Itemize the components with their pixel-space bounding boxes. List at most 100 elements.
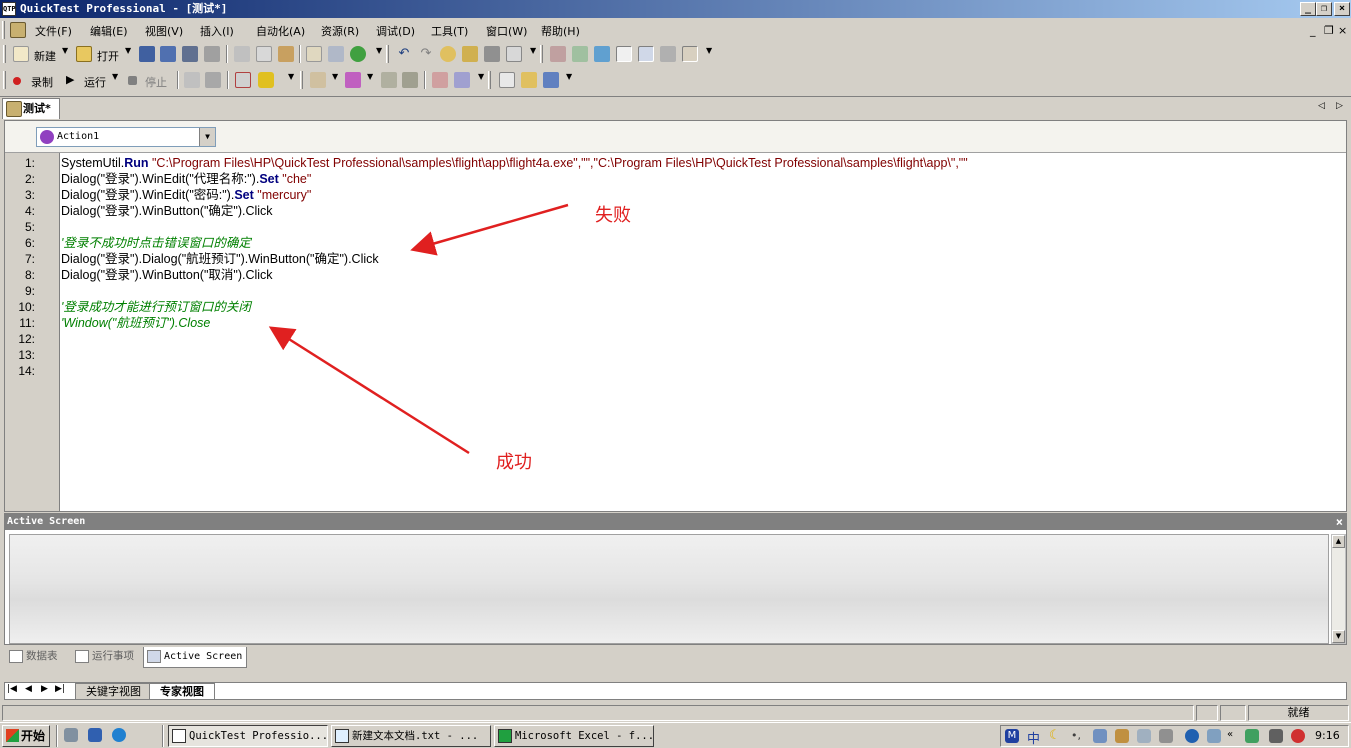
tab-scroll-left-icon[interactable]: ◁ (1318, 101, 1325, 111)
stop-button-label[interactable]: 停止 (145, 74, 167, 90)
ime-mode-icon[interactable]: 中 (1027, 728, 1040, 747)
toolbar-grip[interactable] (540, 45, 543, 63)
security-alert-icon[interactable] (1291, 729, 1305, 743)
end-transaction-icon[interactable] (402, 72, 418, 88)
toolbar-grip[interactable] (488, 71, 491, 89)
show-desktop-icon[interactable] (88, 728, 102, 742)
step-generator-icon[interactable] (328, 46, 344, 62)
chevron-down-icon[interactable]: ▼ (199, 128, 215, 146)
menu-automation[interactable]: 自动化(A) (256, 23, 305, 39)
toolbar-overflow-icon[interactable]: ▼ (288, 72, 294, 81)
analog-recording-icon[interactable] (184, 72, 200, 88)
new-icon[interactable] (13, 46, 29, 62)
step-into-icon[interactable] (432, 72, 448, 88)
tab-active-screen[interactable]: Active Screen (143, 647, 247, 668)
quick-launch-icon[interactable] (64, 728, 78, 742)
object-repository-icon[interactable] (550, 46, 566, 62)
data-table-toggle-icon[interactable] (616, 46, 632, 62)
code-line-1[interactable]: SystemUtil.Run "C:\Program Files\HP\Quic… (61, 155, 968, 171)
insert-step-dropdown-icon[interactable]: ▼ (332, 72, 338, 81)
start-transaction-icon[interactable] (381, 72, 397, 88)
menu-resources[interactable]: 资源(R) (321, 23, 359, 39)
save-icon[interactable] (139, 46, 155, 62)
code-line-6[interactable]: '登录不成功时点击错误窗口的确定 (61, 235, 251, 251)
task-quicktest[interactable]: QuickTest Professio... (168, 725, 328, 747)
low-level-recording-icon[interactable] (205, 72, 221, 88)
save-with-resources-icon[interactable] (182, 46, 198, 62)
undo-icon[interactable]: ↶ (396, 46, 412, 62)
mdi-close-button[interactable]: × (1338, 24, 1347, 37)
results-icon[interactable] (543, 72, 559, 88)
resources-icon[interactable] (594, 46, 610, 62)
menubar-grip[interactable] (2, 21, 5, 39)
code-line-7[interactable]: Dialog("登录").Dialog("航班预订").WinButton("确… (61, 251, 379, 267)
moon-icon[interactable]: ☾ (1049, 729, 1063, 743)
task-excel[interactable]: Microsoft Excel - f... (494, 725, 654, 747)
insert-checkpoint-icon[interactable] (235, 72, 251, 88)
tray-tool-icon[interactable] (1115, 729, 1129, 743)
run-dropdown-icon[interactable]: ▼ (112, 72, 118, 81)
tab-scroll-right-icon[interactable]: ▷ (1336, 101, 1343, 111)
save-all-icon[interactable] (160, 46, 176, 62)
toolbar-overflow-icon[interactable]: ▼ (530, 46, 536, 55)
missing-resources-icon[interactable] (660, 46, 676, 62)
tab-keyword-view[interactable]: 关键字视图 (75, 683, 152, 700)
ie-icon[interactable] (112, 728, 126, 742)
code-line-3[interactable]: Dialog("登录").WinEdit("密码:").Set "mercury… (61, 187, 311, 203)
open-dropdown-icon[interactable]: ▼ (125, 46, 131, 55)
menu-edit[interactable]: 编辑(E) (90, 23, 128, 39)
keyboard-icon[interactable] (1093, 729, 1107, 743)
next-tab-icon[interactable]: ▶ (41, 684, 48, 694)
mdi-minimize-button[interactable]: _ (1310, 24, 1316, 37)
punctuation-icon[interactable]: •, (1071, 729, 1085, 743)
tray-expand-icon[interactable]: « (1227, 729, 1233, 740)
open-folder-icon[interactable] (76, 46, 92, 62)
menu-help[interactable]: 帮助(H) (541, 23, 580, 39)
open-button-label[interactable]: 打开 (97, 48, 119, 64)
code-line-10[interactable]: '登录成功才能进行预订窗口的关闭 (61, 299, 251, 315)
menu-tools[interactable]: 工具(T) (431, 23, 468, 39)
object-spy-icon[interactable] (572, 46, 588, 62)
new-button-label[interactable]: 新建 (34, 48, 56, 64)
replace-icon[interactable] (462, 46, 478, 62)
stop-icon[interactable] (128, 76, 137, 85)
code-line-11[interactable]: 'Window("航班预订").Close (61, 315, 210, 331)
start-button[interactable]: 开始 (2, 725, 50, 747)
tab-expert-view[interactable]: 专家视图 (149, 683, 215, 700)
menu-file[interactable]: 文件(F) (35, 23, 72, 39)
goto-icon[interactable] (484, 46, 500, 62)
debug-viewer-icon[interactable] (521, 72, 537, 88)
last-tab-icon[interactable]: ▶| (55, 684, 65, 694)
menu-window[interactable]: 窗口(W) (486, 23, 527, 39)
menu-insert[interactable]: 插入(I) (200, 23, 234, 39)
step-over-icon[interactable] (454, 72, 470, 88)
breakpoint-list-icon[interactable] (499, 72, 515, 88)
printer-icon[interactable] (1159, 729, 1173, 743)
tray-app-icon[interactable] (1207, 729, 1221, 743)
restore-button[interactable]: ❐ (1316, 2, 1332, 16)
prev-tab-icon[interactable]: ◀ (25, 684, 32, 694)
close-button[interactable]: × (1334, 2, 1350, 16)
checkpoint-icon[interactable] (350, 46, 366, 62)
toolbar-grip[interactable] (300, 71, 303, 89)
cut-icon[interactable] (234, 46, 250, 62)
record-icon[interactable] (13, 77, 21, 85)
toolbar-grip[interactable] (3, 45, 6, 63)
code-line-8[interactable]: Dialog("登录").WinButton("取消").Click (61, 267, 273, 283)
redo-icon[interactable]: ↷ (418, 46, 434, 62)
toolbar-overflow-icon[interactable]: ▼ (478, 72, 484, 81)
run-icon[interactable]: ▶ (66, 74, 82, 90)
minimize-button[interactable]: _ (1300, 2, 1316, 16)
tray-app-icon[interactable] (1269, 729, 1283, 743)
scroll-up-icon[interactable]: ▲ (1332, 535, 1345, 548)
close-icon[interactable]: × (1336, 514, 1343, 530)
new-dropdown-icon[interactable]: ▼ (62, 46, 68, 55)
menu-debug[interactable]: 调试(D) (376, 23, 415, 39)
tab-data-table[interactable]: 数据表 (6, 647, 68, 668)
tray-app-icon[interactable] (1245, 729, 1259, 743)
find-icon[interactable] (440, 46, 456, 62)
insert-step-icon[interactable] (310, 72, 326, 88)
vertical-scrollbar[interactable]: ▲ ▼ (1331, 534, 1346, 644)
ime-m-icon[interactable]: M (1005, 729, 1019, 743)
toolbar-grip[interactable] (386, 45, 389, 63)
